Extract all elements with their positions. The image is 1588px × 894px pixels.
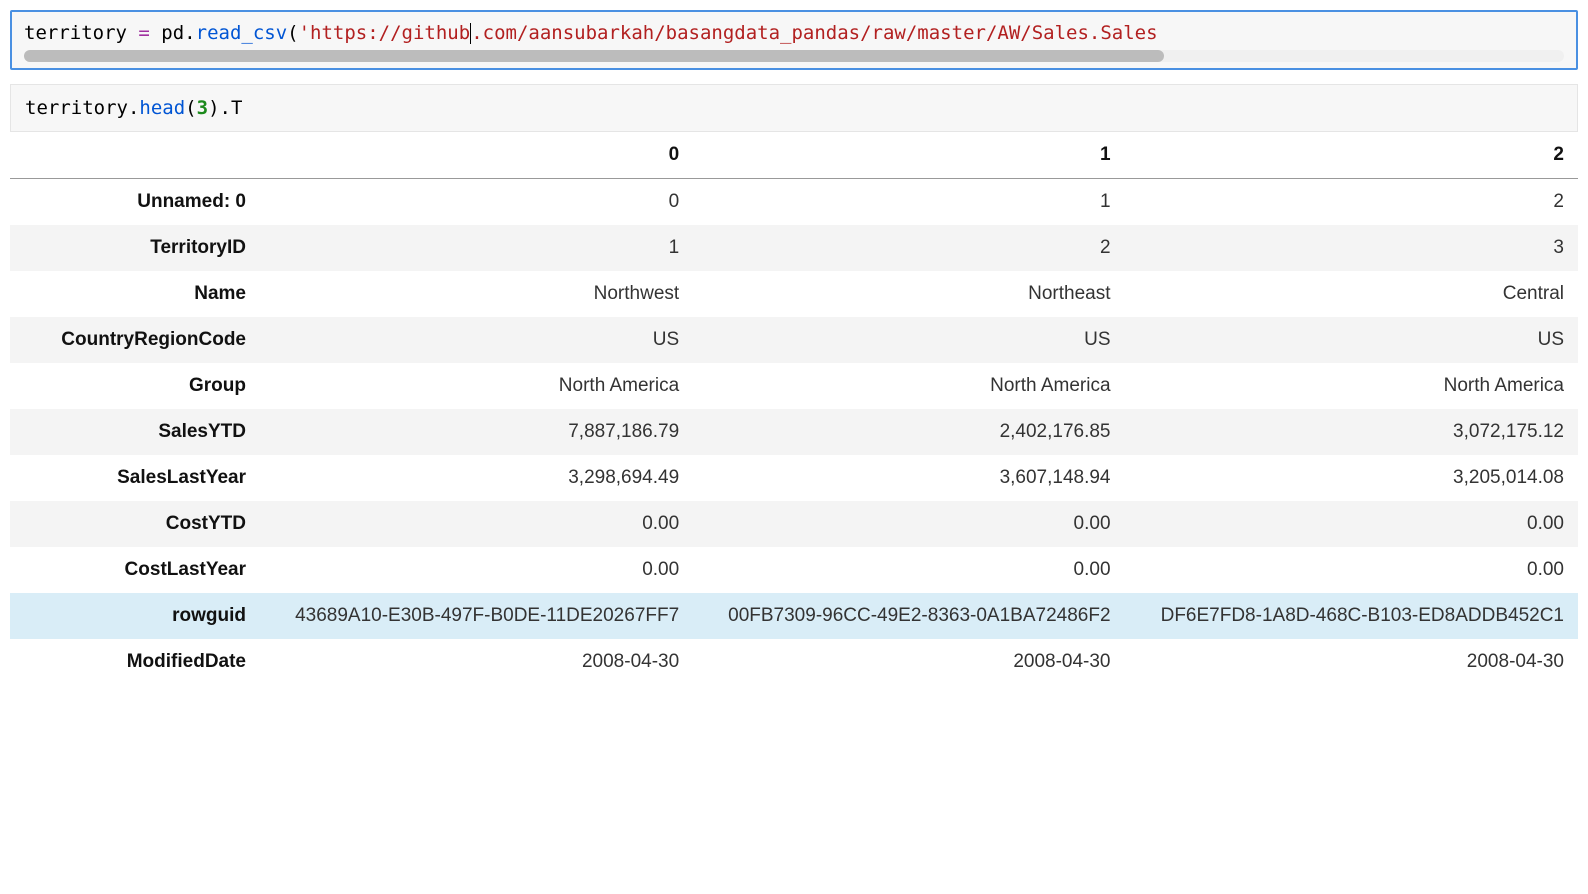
table-cell: 43689A10-E30B-497F-B0DE-11DE20267FF7 — [260, 593, 693, 639]
table-row: CostLastYear0.000.000.00 — [10, 547, 1578, 593]
code-line-2[interactable]: territory.head(3).T — [25, 97, 1563, 119]
table-row-label: rowguid — [10, 593, 260, 639]
table-row: rowguid43689A10-E30B-497F-B0DE-11DE20267… — [10, 593, 1578, 639]
table-row-label: CostYTD — [10, 501, 260, 547]
table-row: Unnamed: 0012 — [10, 179, 1578, 226]
table-col-header: 0 — [260, 132, 693, 179]
table-cell: 2 — [1125, 179, 1578, 226]
table-row: NameNorthwestNortheastCentral — [10, 271, 1578, 317]
table-cell: 0.00 — [693, 547, 1124, 593]
table-row-label: ModifiedDate — [10, 639, 260, 685]
code-token-obj: pd — [161, 22, 184, 44]
table-cell: US — [693, 317, 1124, 363]
table-cell: 3,072,175.12 — [1125, 409, 1578, 455]
table-cell: 1 — [693, 179, 1124, 226]
table-row: TerritoryID123 — [10, 225, 1578, 271]
table-cell: 2008-04-30 — [693, 639, 1124, 685]
table-cell: 3,607,148.94 — [693, 455, 1124, 501]
table-cell: 0 — [260, 179, 693, 226]
code-token-attr: T — [231, 97, 242, 119]
table-cell: Northwest — [260, 271, 693, 317]
code-cell-1[interactable]: territory = pd.read_csv('https://github.… — [10, 10, 1578, 70]
code-token-func: read_csv — [196, 22, 288, 44]
table-row: GroupNorth AmericaNorth AmericaNorth Ame… — [10, 363, 1578, 409]
table-cell: North America — [1125, 363, 1578, 409]
table-row: CostYTD0.000.000.00 — [10, 501, 1578, 547]
table-header-row: 0 1 2 — [10, 132, 1578, 179]
table-cell: 0.00 — [1125, 547, 1578, 593]
table-cell: North America — [260, 363, 693, 409]
table-cell: 0.00 — [693, 501, 1124, 547]
table-cell: Northeast — [693, 271, 1124, 317]
table-row-label: SalesLastYear — [10, 455, 260, 501]
table-cell: 2,402,176.85 — [693, 409, 1124, 455]
table-cell: US — [1125, 317, 1578, 363]
table-row: ModifiedDate2008-04-302008-04-302008-04-… — [10, 639, 1578, 685]
code-token-var: territory — [24, 22, 138, 44]
code-line-1[interactable]: territory = pd.read_csv('https://github.… — [24, 22, 1564, 44]
code-token-lparen: ( — [287, 22, 298, 44]
table-cell: 1 — [260, 225, 693, 271]
table-corner — [10, 132, 260, 179]
code-token-num: 3 — [197, 97, 208, 119]
table-row-label: Group — [10, 363, 260, 409]
code-token-var2: territory — [25, 97, 128, 119]
table-cell: 2008-04-30 — [1125, 639, 1578, 685]
table-cell: 2 — [693, 225, 1124, 271]
code-token-dot: . — [184, 22, 195, 44]
table-cell: 2008-04-30 — [260, 639, 693, 685]
table-cell: 7,887,186.79 — [260, 409, 693, 455]
table-row-label: Unnamed: 0 — [10, 179, 260, 226]
table-cell: 3,205,014.08 — [1125, 455, 1578, 501]
table-row: SalesYTD7,887,186.792,402,176.853,072,17… — [10, 409, 1578, 455]
code-token-lparen2: ( — [185, 97, 196, 119]
table-col-header: 1 — [693, 132, 1124, 179]
code-token-func2: head — [139, 97, 185, 119]
code-token-str-a: 'https://github — [299, 22, 471, 44]
code-token-dot2b: . — [220, 97, 231, 119]
table-cell: 3,298,694.49 — [260, 455, 693, 501]
table-cell: 0.00 — [1125, 501, 1578, 547]
table-cell: 3 — [1125, 225, 1578, 271]
table-row: CountryRegionCodeUSUSUS — [10, 317, 1578, 363]
table-cell: 00FB7309-96CC-49E2-8363-0A1BA72486F2 — [693, 593, 1124, 639]
table-row-label: SalesYTD — [10, 409, 260, 455]
table-cell: 0.00 — [260, 501, 693, 547]
horizontal-scrollbar[interactable] — [24, 50, 1564, 62]
dataframe-output: 0 1 2 Unnamed: 0012TerritoryID123NameNor… — [10, 132, 1578, 685]
table-row-label: Name — [10, 271, 260, 317]
table-cell: DF6E7FD8-1A8D-468C-B103-ED8ADDB452C1 — [1125, 593, 1578, 639]
table-cell: Central — [1125, 271, 1578, 317]
code-token-rparen2: ) — [208, 97, 219, 119]
table-row-label: CountryRegionCode — [10, 317, 260, 363]
code-token-op: = — [138, 22, 161, 44]
table-cell: US — [260, 317, 693, 363]
table-cell: North America — [693, 363, 1124, 409]
table-cell: 0.00 — [260, 547, 693, 593]
code-token-dot2a: . — [128, 97, 139, 119]
code-token-str-b: .com/aansubarkah/basangdata_pandas/raw/m… — [471, 22, 1157, 44]
code-cell-2[interactable]: territory.head(3).T — [10, 84, 1578, 132]
scrollbar-thumb[interactable] — [24, 50, 1164, 62]
table-row: SalesLastYear3,298,694.493,607,148.943,2… — [10, 455, 1578, 501]
table-row-label: CostLastYear — [10, 547, 260, 593]
table-col-header: 2 — [1125, 132, 1578, 179]
table-row-label: TerritoryID — [10, 225, 260, 271]
